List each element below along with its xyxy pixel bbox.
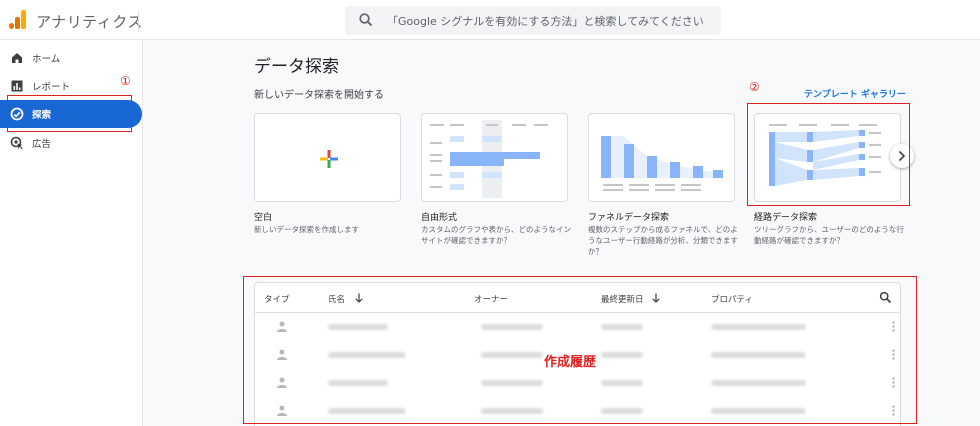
- template-name: ファネルデータ探索: [588, 213, 670, 223]
- plus-icon: [320, 150, 338, 168]
- funnel-thumbnail-icon: [601, 136, 723, 191]
- annotation-marker-2: ②: [749, 80, 760, 94]
- sidebar-item-label: 広告: [32, 139, 52, 150]
- template-description: ツリーグラフから、ユーザーのどのような行動経路が確認できますか？: [754, 225, 904, 245]
- home-icon: [12, 53, 22, 63]
- template-description: 複数のステップから成るファネルで、どのようなユーザー行動経路が分析、分類できます…: [588, 225, 738, 256]
- annotation-history-label: 作成履歴: [544, 355, 597, 370]
- section-heading: 新しいデータ探索を開始する: [254, 90, 384, 101]
- template-description: カスタムのグラフや表から、どのようなインサイトが確認できますか？: [421, 225, 571, 245]
- annotation-marker-1: ①: [120, 74, 131, 88]
- top-bar: アナリティクス 「Google シグナルを有効にする方法」と検索してみてください: [0, 0, 980, 40]
- ads-icon: [10, 136, 23, 150]
- bar-chart-icon: [11, 80, 23, 92]
- annotation-box-explore: [7, 95, 132, 132]
- page-title: データ探索: [254, 57, 339, 77]
- annotation-box-history: [243, 276, 917, 424]
- template-name: 経路データ探索: [754, 213, 818, 223]
- search-icon: [359, 13, 373, 27]
- template-name: 空白: [254, 213, 273, 223]
- search-placeholder: 「Google シグナルを有効にする方法」と検索してみてください: [387, 15, 704, 28]
- freeform-thumbnail-icon: [430, 120, 548, 198]
- template-card-blank[interactable]: [254, 113, 401, 202]
- template-card-funnel[interactable]: [588, 113, 735, 202]
- analytics-logo-icon[interactable]: [9, 9, 27, 29]
- sidebar-item-label: レポート: [32, 82, 71, 93]
- sidebar-item-label: ホーム: [32, 54, 61, 65]
- title-divider: [138, 10, 139, 30]
- sidebar-item-ads[interactable]: 広告: [0, 131, 142, 155]
- template-description: 新しいデータ探索を作成します: [254, 225, 359, 234]
- search-bar[interactable]: 「Google シグナルを有効にする方法」と検索してみてください: [345, 6, 721, 35]
- template-name: 自由形式: [421, 213, 458, 223]
- app-title: アナリティクス: [36, 13, 143, 31]
- template-card-freeform[interactable]: [421, 113, 568, 202]
- annotation-box-path-template: [747, 103, 910, 206]
- template-gallery-link[interactable]: テンプレート ギャラリー: [804, 87, 906, 100]
- sidebar-item-home[interactable]: ホーム: [0, 46, 142, 70]
